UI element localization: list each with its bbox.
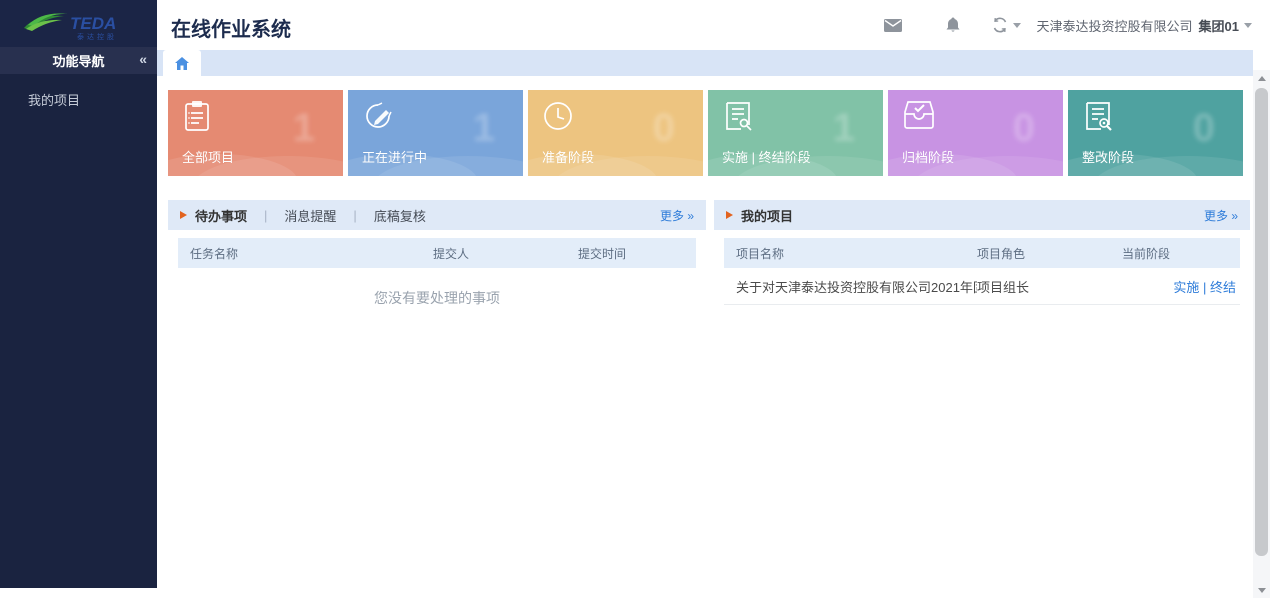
tab-bar (157, 50, 1253, 76)
card-preparation[interactable]: 0 准备阶段 (528, 90, 703, 176)
card-all-projects[interactable]: 1 全部项目 (168, 90, 343, 176)
projects-panel: 我的项目 更多 » 项目名称 项目角色 当前阶段 关于对天津泰达投资控股有限公司… (714, 200, 1250, 588)
tab-home[interactable] (163, 50, 201, 76)
card-count: 0 (1193, 106, 1215, 151)
projects-more-link[interactable]: 更多 » (1204, 207, 1238, 224)
teda-logo-icon: TEDA 泰达控股 (20, 6, 138, 42)
card-in-progress[interactable]: 1 正在进行中 (348, 90, 523, 176)
chevron-down-icon (1013, 23, 1021, 28)
bullet-icon (180, 211, 187, 219)
todo-title: 待办事项 (195, 206, 247, 225)
card-label: 正在进行中 (362, 147, 427, 166)
card-archive[interactable]: 0 归档阶段 (888, 90, 1063, 176)
brand-name: TEDA (70, 14, 116, 33)
clock-icon (542, 100, 574, 137)
col-task-name: 任务名称 (178, 245, 433, 262)
card-label: 全部项目 (182, 147, 234, 166)
card-count: 1 (473, 106, 495, 151)
card-label: 整改阶段 (1082, 147, 1134, 166)
home-icon (175, 57, 189, 70)
todo-panel: 待办事项 | 消息提醒 | 底稿复核 更多 » 任务名称 提交人 提交时间 您没… (168, 200, 706, 588)
card-count: 0 (653, 106, 675, 151)
project-role: 项目组长 (977, 277, 1122, 296)
page-title: 在线作业系统 (171, 13, 291, 42)
card-implementation[interactable]: 1 实施 | 终结阶段 (708, 90, 883, 176)
bell-icon[interactable] (946, 17, 960, 33)
brand-subtitle: 泰达控股 (77, 32, 117, 41)
archive-check-icon (902, 100, 936, 135)
collapse-sidebar-icon[interactable]: « (139, 51, 147, 67)
col-project-role: 项目角色 (977, 245, 1122, 262)
projects-title: 我的项目 (741, 206, 793, 225)
bullet-icon (726, 211, 733, 219)
project-stage-link[interactable]: 实施 | 终结 (1122, 277, 1240, 296)
scrollbar-thumb[interactable] (1255, 88, 1268, 556)
project-name: 关于对天津泰达投资控股有限公司2021年固定... (724, 277, 977, 296)
mail-icon[interactable] (884, 19, 902, 32)
company-name: 天津泰达投资控股有限公司 (1037, 16, 1193, 35)
tab-message-reminders[interactable]: 消息提醒 (284, 206, 336, 225)
col-submit-time: 提交时间 (578, 245, 696, 262)
sidebar: TEDA 泰达控股 功能导航 « 我的项目 (0, 0, 157, 588)
scroll-down-icon[interactable] (1253, 582, 1270, 598)
col-project-name: 项目名称 (724, 245, 977, 262)
account-switcher[interactable]: 天津泰达投资控股有限公司 集团01 (1037, 16, 1252, 35)
edit-circle-icon (362, 100, 394, 137)
group-name: 集团01 (1199, 16, 1239, 35)
scroll-up-icon[interactable] (1253, 70, 1270, 86)
col-submitter: 提交人 (433, 245, 578, 262)
todo-more-link[interactable]: 更多 » (660, 207, 694, 224)
sidebar-header-label: 功能导航 (52, 51, 104, 70)
refresh-icon[interactable] (992, 17, 1021, 33)
todo-empty-message: 您没有要处理的事项 (168, 288, 706, 308)
col-current-stage: 当前阶段 (1122, 245, 1240, 262)
topbar: 在线作业系统 天津泰达投资控股有限公司 集团01 (157, 0, 1270, 50)
projects-table-header: 项目名称 项目角色 当前阶段 (724, 238, 1240, 268)
topbar-actions: 天津泰达投资控股有限公司 集团01 (884, 0, 1252, 50)
card-count: 1 (293, 106, 315, 151)
tab-draft-review[interactable]: 底稿复核 (374, 206, 426, 225)
doc-search-icon (722, 100, 754, 137)
card-label: 归档阶段 (902, 147, 954, 166)
card-label: 准备阶段 (542, 147, 594, 166)
brand-logo: TEDA 泰达控股 (0, 0, 157, 47)
sidebar-header: 功能导航 « (0, 47, 157, 74)
chevron-down-icon (1244, 23, 1252, 28)
card-label: 实施 | 终结阶段 (722, 147, 811, 166)
card-count: 1 (833, 106, 855, 151)
separator: | (264, 208, 267, 223)
clipboard-list-icon (182, 100, 212, 137)
todo-table-header: 任务名称 提交人 提交时间 (178, 238, 696, 268)
sidebar-item-my-projects[interactable]: 我的项目 (0, 74, 157, 109)
doc-wrench-icon (1082, 100, 1114, 137)
project-row[interactable]: 关于对天津泰达投资控股有限公司2021年固定... 项目组长 实施 | 终结 (724, 268, 1240, 305)
card-count: 0 (1013, 106, 1035, 151)
todo-panel-header: 待办事项 | 消息提醒 | 底稿复核 更多 » (168, 200, 706, 230)
vertical-scrollbar[interactable] (1253, 70, 1270, 598)
stage-cards: 1 全部项目 1 正在进行中 0 准备阶段 1 实施 | 终结阶段 0 归档阶段 (168, 90, 1243, 176)
card-rectification[interactable]: 0 整改阶段 (1068, 90, 1243, 176)
projects-panel-header: 我的项目 更多 » (714, 200, 1250, 230)
separator: | (353, 208, 356, 223)
